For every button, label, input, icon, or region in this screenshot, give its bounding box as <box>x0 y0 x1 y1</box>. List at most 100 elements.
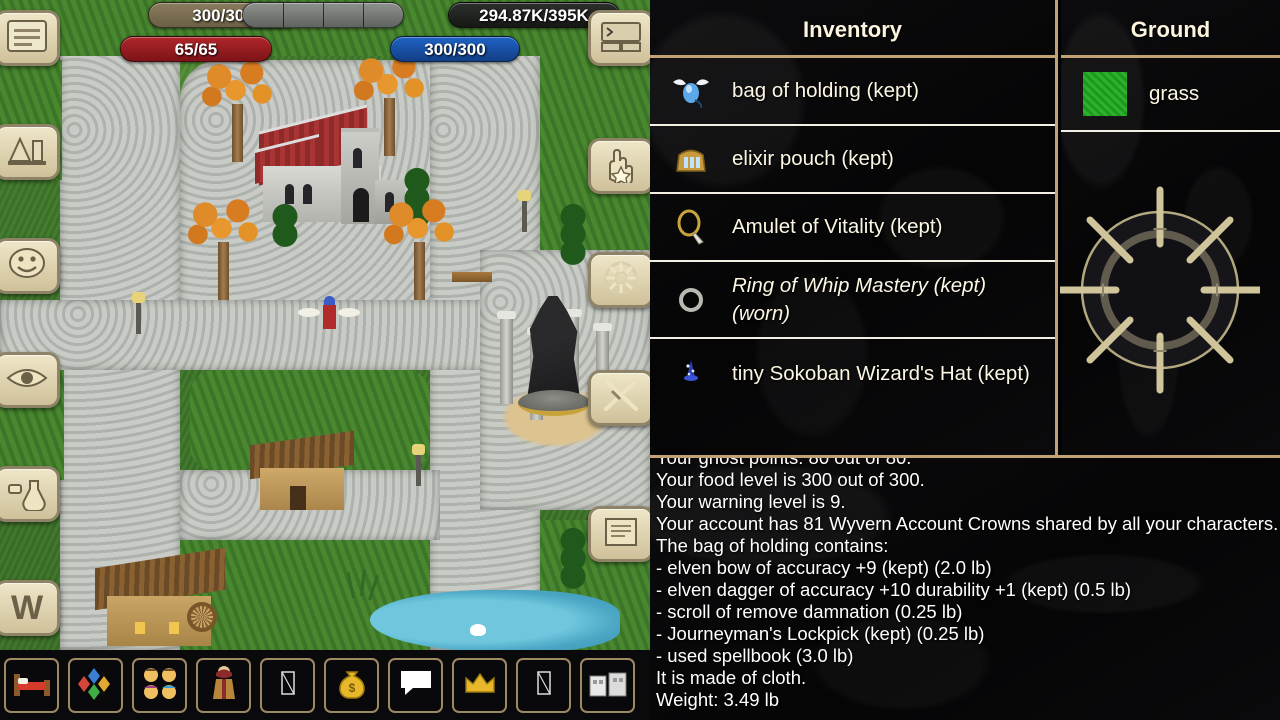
gems-icon <box>76 666 116 705</box>
toolbar-item-unknown-2[interactable] <box>516 657 571 713</box>
house-building <box>250 430 354 510</box>
autumn-tree <box>200 58 274 162</box>
log-line: - scroll of remove damnation (0.25 lb) <box>656 601 963 622</box>
toolbar-item-crowns[interactable] <box>452 657 507 713</box>
toolbar-item-character[interactable] <box>196 657 251 713</box>
toolbar-item-rest[interactable] <box>4 657 59 713</box>
toolbar-item-party[interactable] <box>132 657 187 713</box>
log-line: - elven dagger of accuracy +10 durabilit… <box>656 579 1132 600</box>
autumn-tree <box>186 196 260 300</box>
conifer-tree <box>556 520 590 600</box>
knight-statue[interactable] <box>497 290 612 450</box>
bed-icon <box>12 668 52 703</box>
toolbar-item-unknown-1[interactable] <box>260 657 315 713</box>
scroll-icon <box>598 513 644 556</box>
inventory-item-row[interactable]: elixir pouch (kept) <box>650 126 1055 194</box>
street-lamp <box>412 444 425 486</box>
health-bar: 65/65 <box>120 36 272 62</box>
toolbar-item-items[interactable] <box>68 657 123 713</box>
ground-item-label: grass <box>1149 82 1200 105</box>
log-line: Your warning level is 9. <box>656 491 846 512</box>
sidebar-item-emotes[interactable] <box>0 238 60 294</box>
autumn-tree <box>352 52 426 156</box>
sidebar-item-skills[interactable] <box>0 124 60 180</box>
segmented-bar <box>242 2 404 28</box>
log-line: Your food level is 300 out of 300. <box>656 469 925 490</box>
inventory-item-label: Amulet of Vitality (kept) <box>732 215 943 239</box>
conifer-tree <box>556 196 590 276</box>
inventory-item-row[interactable]: Ring of Whip Mastery (kept) (worn) <box>650 262 1055 340</box>
log-line: The bag of holding contains: <box>656 535 889 556</box>
city-icon <box>588 668 628 703</box>
mask-icon <box>4 245 50 288</box>
grass-swatch-icon <box>1083 72 1127 116</box>
speech-bubble-icon <box>399 669 433 702</box>
toolbar-item-money[interactable]: $ <box>324 657 379 713</box>
potions-icon <box>4 473 50 516</box>
sidebar-item-look[interactable] <box>0 352 60 408</box>
inventory-item-label: bag of holding (kept) <box>732 79 919 103</box>
pouch-icon <box>668 139 714 179</box>
street-lamp <box>132 292 145 334</box>
inventory-item-label: tiny Sokoban Wizard's Hat (kept) <box>732 361 1030 385</box>
skills-icon <box>4 131 50 174</box>
log-line: It is made of cloth. <box>656 667 807 688</box>
missing-glyph-icon <box>536 670 551 700</box>
svg-text:$: $ <box>348 681 355 695</box>
sidebar-item-move[interactable] <box>588 252 654 308</box>
inventory-item-label: Ring of Whip Mastery (kept) (worn) <box>732 274 987 325</box>
crown-icon <box>463 670 497 701</box>
bench <box>452 272 492 282</box>
winged-bag-icon <box>668 71 714 111</box>
sidebar-item-wyvern[interactable]: W <box>0 580 60 636</box>
sidebar-item-cast[interactable] <box>588 138 654 194</box>
toolbar-item-town[interactable] <box>580 657 635 713</box>
inventory-item-label: elixir pouch (kept) <box>732 147 894 171</box>
eye-icon <box>4 359 50 402</box>
player-character[interactable] <box>298 296 360 338</box>
game-window: 300/300 294.87K/395K 65/65 300/300 W $ I… <box>0 0 1280 720</box>
mill-building <box>95 547 225 648</box>
direction-compass[interactable] <box>1056 168 1264 418</box>
missing-glyph-icon <box>280 670 295 700</box>
log-line: - elven bow of accuracy +9 (kept) (2.0 l… <box>656 557 992 578</box>
wyvern-logo-icon: W <box>10 589 44 627</box>
log-line: Your account has 81 Wyvern Account Crown… <box>656 513 1279 534</box>
journal-icon <box>4 17 50 60</box>
sidebar-item-journal[interactable] <box>0 10 60 66</box>
inventory-item-row[interactable]: Amulet of Vitality (kept) <box>650 194 1055 262</box>
wizard-hat-icon <box>668 353 714 393</box>
ground-title: Ground <box>1130 17 1211 42</box>
street-lamp <box>518 190 531 232</box>
sidebar-item-scrolls[interactable] <box>588 506 654 562</box>
ring-icon <box>668 280 714 320</box>
sidebar-item-potions[interactable] <box>0 466 60 522</box>
conifer-tree <box>268 196 302 252</box>
console-icon <box>598 17 644 60</box>
party-faces-icon <box>140 666 180 705</box>
amulet-icon <box>668 207 714 247</box>
toolbar-item-chat[interactable] <box>388 657 443 713</box>
log-line: - Journeyman's Lockpick (kept) (0.25 lb) <box>656 623 985 644</box>
log-line-clipped: Your ghost points: 80 out of 80. <box>656 455 912 468</box>
bottom-toolbar: $ <box>0 650 650 720</box>
mana-bar: 300/300 <box>390 36 520 62</box>
message-log[interactable]: Your ghost points: 80 out of 80. Your fo… <box>650 455 1280 720</box>
crossed-swords-icon <box>598 377 644 420</box>
ground-item-row[interactable]: grass <box>1061 58 1280 132</box>
log-line: - used spellbook (3.0 lb) <box>656 645 854 666</box>
swan <box>470 624 486 636</box>
autumn-tree <box>382 196 456 300</box>
inventory-panel: Inventory bag of holding (kept) elixir p… <box>650 0 1058 455</box>
npc-icon <box>211 665 237 706</box>
log-line: Weight: 3.49 lb <box>656 689 780 710</box>
sidebar-item-console[interactable] <box>588 10 654 66</box>
inventory-item-row[interactable]: bag of holding (kept) <box>650 58 1055 126</box>
money-bag-icon: $ <box>335 666 369 705</box>
inventory-title: Inventory <box>802 17 903 42</box>
inventory-item-row[interactable]: tiny Sokoban Wizard's Hat (kept) <box>650 339 1055 407</box>
compass-wheel-icon <box>598 259 644 302</box>
sidebar-item-attack[interactable] <box>588 370 654 426</box>
game-map[interactable] <box>0 0 650 652</box>
hand-spell-icon <box>598 145 644 188</box>
